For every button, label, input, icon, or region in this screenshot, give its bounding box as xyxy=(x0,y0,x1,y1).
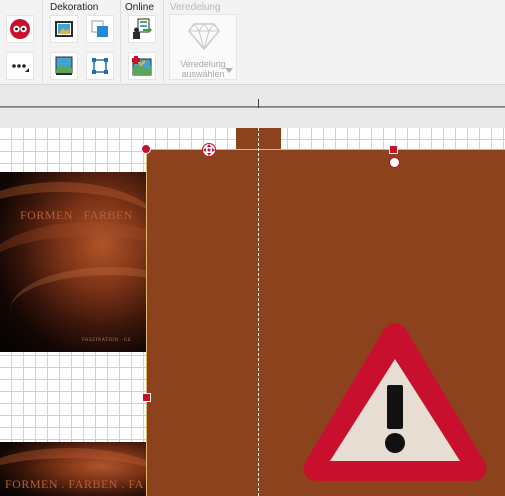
horizontal-ruler xyxy=(0,85,505,113)
more-options-icon xyxy=(12,64,29,72)
fold-line xyxy=(258,128,259,496)
resize-handle-top-left[interactable] xyxy=(141,144,151,154)
group-label-veredelung: Veredelung xyxy=(170,2,221,13)
photo-title: FORMEN . FARBEN xyxy=(20,208,133,222)
more-options-button[interactable] xyxy=(6,52,34,80)
cover-panel[interactable] xyxy=(146,149,505,496)
online-map-icon xyxy=(132,56,152,76)
group-label-dekoration: Dekoration xyxy=(50,2,99,13)
group-separator xyxy=(120,0,121,82)
move-handle[interactable] xyxy=(202,143,216,157)
cover-photo-top[interactable]: FORMEN . FARBEN FASZINATION · GE xyxy=(0,172,146,352)
view-options-button[interactable] xyxy=(6,15,34,43)
online-upload-button[interactable] xyxy=(128,15,156,43)
photo-subtitle: FASZINATION · GE xyxy=(82,338,132,343)
online-upload-icon xyxy=(133,18,152,39)
bring-forward-icon xyxy=(91,20,108,37)
ribbon-toolbar: Dekoration Online Veredelung Veredelung … xyxy=(0,0,505,85)
move-icon xyxy=(202,143,215,156)
group-label-online: Online xyxy=(125,2,154,13)
image-background-icon xyxy=(55,56,73,75)
diamond-icon xyxy=(188,23,220,51)
ruler-band xyxy=(0,108,505,129)
picture-frame-icon xyxy=(55,21,73,37)
group-separator xyxy=(163,0,164,82)
crop-icon xyxy=(92,58,108,74)
veredelung-select-button[interactable]: Veredelung auswählen xyxy=(169,14,237,80)
ruler-baseline xyxy=(0,106,505,107)
chevron-down-icon xyxy=(225,68,233,73)
resize-handle-top[interactable] xyxy=(389,145,398,154)
image-background-button[interactable] xyxy=(50,52,78,80)
eye-icon xyxy=(10,19,30,39)
bring-forward-button[interactable] xyxy=(86,15,114,43)
warning-icon[interactable] xyxy=(300,315,490,483)
photo-title: FORMEN . FARBEN . FA xyxy=(5,477,144,491)
group-separator xyxy=(42,0,43,82)
rotate-handle[interactable] xyxy=(389,157,400,168)
online-map-button[interactable] xyxy=(128,52,156,80)
resize-handle-left[interactable] xyxy=(142,393,151,402)
cover-photo-bottom[interactable]: FORMEN . FARBEN . FA xyxy=(0,442,146,496)
frame-button[interactable] xyxy=(50,15,78,43)
crop-button[interactable] xyxy=(86,52,114,80)
